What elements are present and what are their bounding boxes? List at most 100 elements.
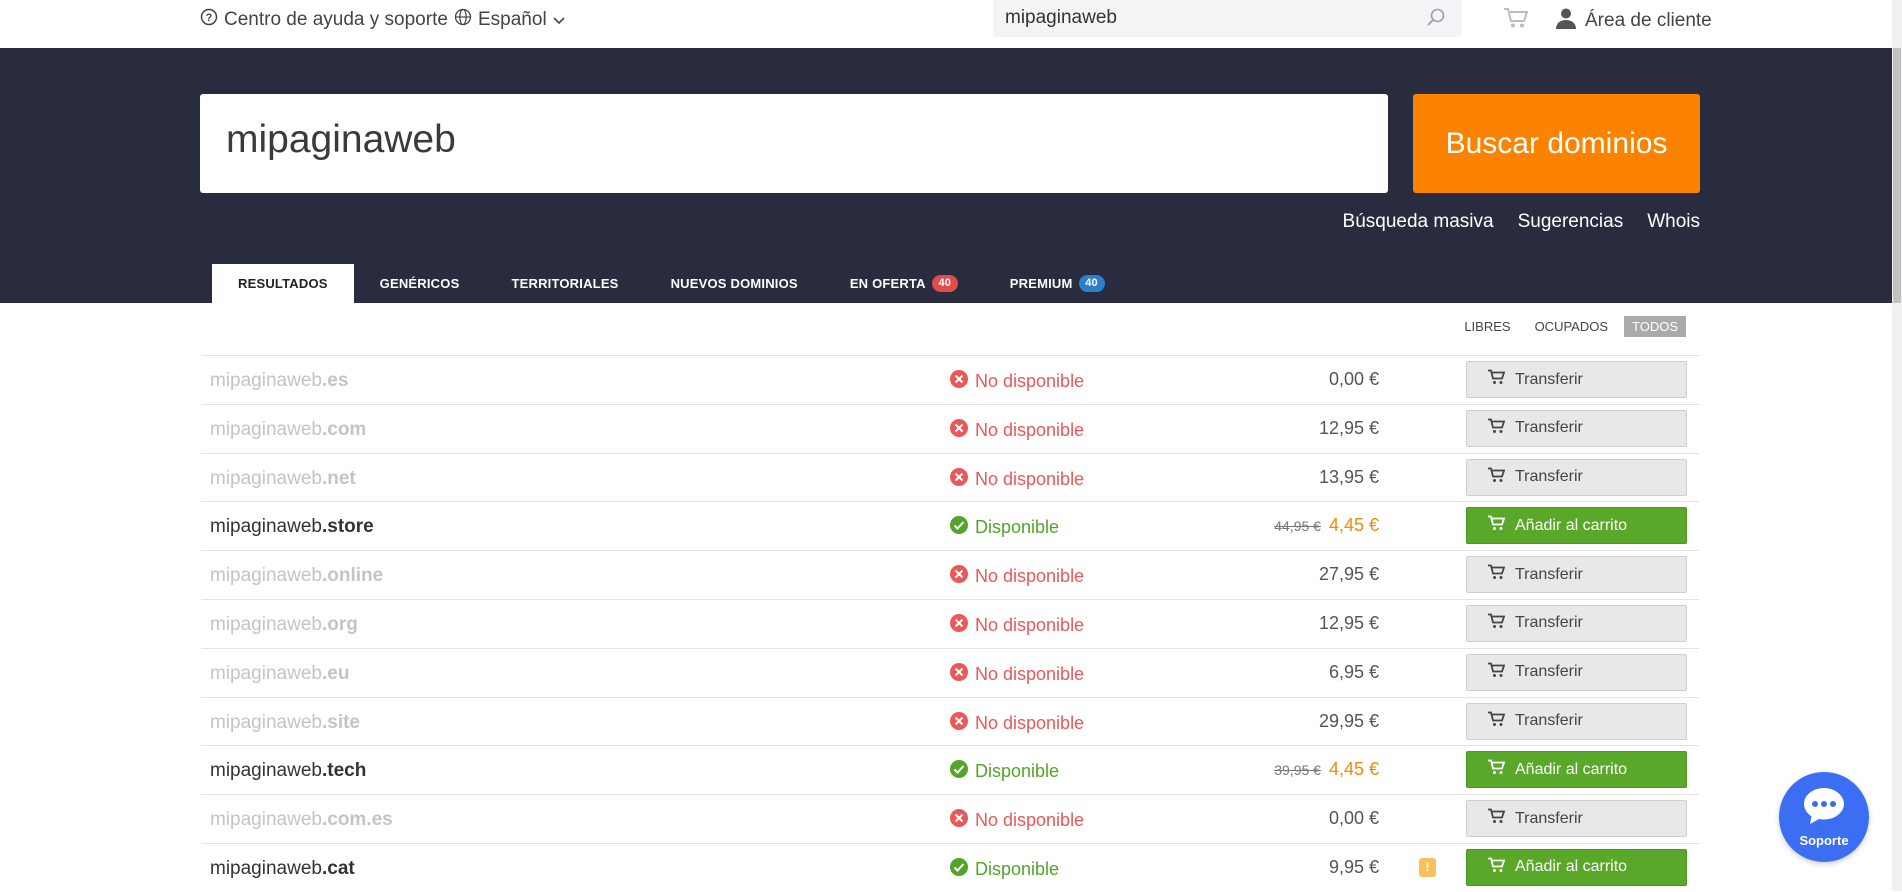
whois-link[interactable]: Whois	[1647, 211, 1700, 233]
user-icon	[1555, 7, 1577, 35]
client-area-label: Área de cliente	[1585, 10, 1712, 31]
support-chat-button[interactable]: Soporte	[1779, 772, 1869, 862]
top-search-box	[993, 0, 1462, 37]
domain-base: mipaginaweb	[210, 418, 322, 440]
add-to-cart-button[interactable]: Añadir al carrito	[1466, 751, 1687, 789]
check-circle-icon	[949, 759, 969, 784]
tab-premium[interactable]: PREMIUM 40	[984, 264, 1131, 303]
button-label: Añadir al carrito	[1515, 516, 1628, 534]
price: 0,00 €	[1329, 369, 1379, 390]
add-to-cart-button[interactable]: Añadir al carrito	[1466, 848, 1687, 886]
status-label: No disponible	[975, 810, 1085, 831]
tab-territorial[interactable]: TERRITORIALES	[485, 264, 644, 303]
tab-results[interactable]: RESULTADOS	[212, 264, 354, 303]
cart-icon	[1487, 467, 1506, 488]
button-label: Añadir al carrito	[1515, 858, 1628, 876]
client-area-link[interactable]: Área de cliente	[1555, 7, 1712, 35]
table-row: mipaginaweb.org No disponible 12,95 € Trans…	[201, 598, 1699, 648]
domain-name: mipaginaweb.org	[210, 614, 358, 636]
cart-icon	[1487, 369, 1506, 390]
cart-icon[interactable]	[1503, 7, 1529, 34]
price: 12,95 €	[1319, 613, 1379, 634]
button-label: Transferir	[1515, 565, 1583, 583]
results-table: mipaginaweb.es No disponible 0,00 € Transfe…	[201, 355, 1699, 892]
availability-status: No disponible	[949, 808, 1084, 833]
domain-name: mipaginaweb.site	[210, 712, 360, 734]
transfer-button[interactable]: Transferir	[1466, 409, 1687, 447]
table-row: mipaginaweb.net No disponible 13,95 € Trans…	[201, 452, 1699, 502]
tab-generic[interactable]: GENÉRICOS	[354, 264, 486, 303]
offer-price: 4,45 €	[1328, 515, 1379, 536]
suggestions-link[interactable]: Sugerencias	[1518, 211, 1624, 233]
current-price: 6,95 €	[1328, 661, 1379, 682]
transfer-button[interactable]: Transferir	[1466, 702, 1687, 740]
add-to-cart-button[interactable]: Añadir al carrito	[1466, 507, 1687, 545]
table-row: mipaginaweb.site No disponible 29,95 € Tran…	[201, 696, 1699, 746]
magnifier-icon[interactable]	[1426, 7, 1446, 32]
availability-status: No disponible	[949, 467, 1084, 492]
language-selector[interactable]: Español	[454, 8, 565, 32]
button-label: Transferir	[1515, 809, 1583, 827]
chat-bubble-icon	[1802, 786, 1846, 829]
domain-search-input[interactable]	[226, 118, 1326, 162]
transfer-button[interactable]: Transferir	[1466, 361, 1687, 398]
help-link[interactable]: ? Centro de ayuda y soporte	[200, 8, 448, 32]
transfer-button[interactable]: Transferir	[1466, 653, 1687, 691]
help-label: Centro de ayuda y soporte	[224, 9, 448, 30]
top-search-input[interactable]	[1005, 7, 1405, 29]
button-label: Añadir al carrito	[1515, 760, 1628, 778]
availability-status: No disponible	[949, 369, 1084, 394]
status-label: No disponible	[975, 663, 1085, 684]
tab-label: RESULTADOS	[238, 276, 328, 291]
transfer-button[interactable]: Transferir	[1466, 458, 1687, 496]
domain-tld: .eu	[321, 662, 350, 684]
transfer-button[interactable]: Transferir	[1466, 604, 1687, 642]
price: 9,95 €	[1329, 857, 1379, 878]
hero-search-section: Buscar dominios Búsqueda masiva Sugerenc…	[0, 48, 1892, 303]
scrollbar-thumb[interactable]	[1893, 48, 1901, 303]
transfer-button[interactable]: Transferir	[1466, 800, 1687, 838]
svg-text:?: ?	[206, 12, 213, 24]
table-row: mipaginaweb.online No disponible 27,95 € Tr…	[201, 550, 1699, 599]
status-label: No disponible	[975, 566, 1085, 587]
filter-taken[interactable]: OCUPADOS	[1527, 316, 1616, 337]
table-row: mipaginaweb.eu No disponible 6,95 € Transfe…	[201, 647, 1699, 697]
availability-status: No disponible	[949, 662, 1084, 687]
table-row: mipaginaweb.com.es No disponible 0,00 € Tra…	[201, 794, 1699, 843]
tab-label: NUEVOS DOMINIOS	[670, 276, 798, 291]
current-price: 29,95 €	[1318, 710, 1379, 731]
cart-icon	[1487, 759, 1506, 780]
availability-status: No disponible	[949, 418, 1084, 443]
domain-base: mipaginaweb	[210, 857, 322, 879]
price: 39,95 € 4,45 €	[1274, 759, 1379, 780]
cart-icon	[1487, 662, 1506, 683]
current-price: 0,00 €	[1328, 369, 1379, 389]
cart-icon	[1487, 711, 1506, 732]
cart-icon	[1487, 613, 1506, 634]
x-circle-icon	[949, 613, 969, 638]
availability-status: No disponible	[949, 613, 1084, 638]
domain-tld: .cat	[321, 857, 355, 879]
tab-on-offer[interactable]: EN OFERTA 40	[824, 264, 984, 303]
domain-tld: .tech	[321, 760, 367, 782]
status-label: No disponible	[975, 371, 1085, 391]
transfer-button[interactable]: Transferir	[1466, 556, 1687, 594]
domain-tld: .com	[321, 418, 367, 440]
filter-all[interactable]: TODOS	[1624, 316, 1686, 337]
bulk-search-link[interactable]: Búsqueda masiva	[1343, 211, 1494, 233]
table-row: mipaginaweb.cat Disponible 9,95 €! Añadir a…	[201, 842, 1699, 892]
table-row: mipaginaweb.store Disponible 44,95 € 4,45 €…	[201, 501, 1699, 550]
domain-tld: .net	[321, 467, 356, 489]
status-label: Disponible	[975, 858, 1060, 879]
tab-new-domains[interactable]: NUEVOS DOMINIOS	[645, 264, 824, 303]
price: 29,95 €	[1319, 711, 1379, 732]
language-label: Español	[478, 9, 547, 30]
status-label: No disponible	[975, 712, 1085, 733]
domain-base: mipaginaweb	[210, 565, 322, 587]
check-circle-icon	[949, 857, 969, 882]
info-badge[interactable]: !	[1419, 857, 1436, 877]
button-label: Transferir	[1515, 614, 1583, 632]
status-label: No disponible	[975, 468, 1085, 489]
filter-free[interactable]: LIBRES	[1456, 316, 1518, 337]
search-domains-button[interactable]: Buscar dominios	[1413, 94, 1700, 193]
